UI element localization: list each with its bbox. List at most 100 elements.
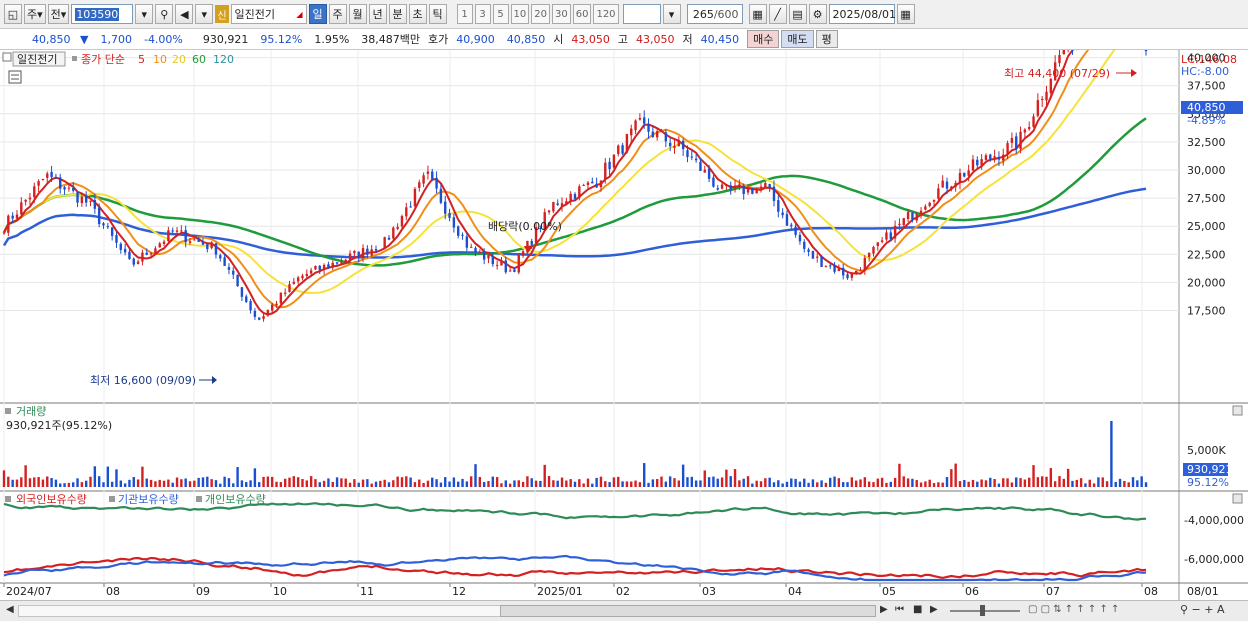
candle-body — [1032, 116, 1035, 127]
interval-20[interactable]: 20 — [531, 4, 550, 24]
candle-body — [318, 265, 321, 271]
candle-body — [444, 201, 447, 214]
panel-menu-icon[interactable] — [2, 52, 12, 62]
sell-button[interactable]: 매도 — [781, 30, 814, 48]
zoom-slider[interactable] — [950, 610, 1020, 612]
candle-body — [461, 234, 464, 236]
volume-bar — [180, 479, 183, 487]
scroll-right-arrow[interactable]: ▶ — [880, 604, 888, 615]
interval-custom-input[interactable] — [622, 4, 661, 24]
eval-button[interactable]: 평 — [815, 30, 838, 48]
period-minute[interactable]: 분 — [388, 4, 407, 24]
market-select[interactable]: 주 ▾ — [24, 4, 46, 24]
candle-body — [314, 265, 317, 270]
stop-icon[interactable]: ■ — [913, 604, 922, 615]
stock-name-field[interactable]: 일진전기 ◢ — [230, 4, 307, 24]
calendar-icon[interactable]: ▦ — [896, 4, 915, 24]
volume-bar — [1105, 481, 1109, 487]
draw-tool-icon[interactable]: ╱ — [768, 4, 787, 24]
volume-value: 930,921 — [202, 32, 249, 46]
volume-bar — [997, 483, 1001, 487]
period-year[interactable]: 년 — [368, 4, 387, 24]
volume-bar — [444, 477, 447, 487]
chart-area[interactable]: 일진전기 종가 단순 5 10 20 60 120 LC:146.08 HC:-… — [0, 50, 1248, 600]
interval-120[interactable]: 120 — [593, 4, 619, 24]
holdings-panel-close-icon[interactable] — [1232, 493, 1243, 504]
volume-bar — [1140, 476, 1143, 487]
speaker-icon[interactable]: ◀ — [175, 4, 194, 24]
interval-60[interactable]: 60 — [572, 4, 592, 24]
candle-body — [963, 172, 966, 177]
volume-bar — [318, 482, 321, 487]
candle-body — [928, 202, 931, 206]
period-month[interactable]: 월 — [348, 4, 367, 24]
date-input[interactable]: 2025/08/01 — [828, 4, 896, 24]
ask-price: 40,900 — [456, 32, 495, 46]
volume-bar — [746, 476, 750, 487]
interval-1[interactable]: 1 — [456, 4, 473, 24]
volume-panel-close-icon[interactable] — [1232, 405, 1243, 416]
volume-bar — [76, 478, 79, 487]
volume-bar — [478, 477, 482, 487]
window-icon[interactable]: ◱ — [4, 4, 22, 24]
current-pct-text: -4.89% — [1187, 114, 1226, 127]
scroll-thumb[interactable] — [500, 605, 876, 617]
candle-body — [794, 226, 797, 235]
gear-icon[interactable]: ⚙ — [808, 4, 827, 24]
bid-price: 40,850 — [506, 32, 546, 46]
price-tick-label: 37,500 — [1187, 80, 1226, 93]
period-day[interactable]: 일 — [308, 4, 327, 24]
interval-5[interactable]: 5 — [492, 4, 509, 24]
period-tick[interactable]: 틱 — [428, 4, 447, 24]
stock-name: 일진전기 — [234, 8, 275, 21]
save-icon[interactable]: ▤ — [788, 4, 807, 24]
buy-button[interactable]: 매수 — [747, 30, 780, 48]
volume-bar — [20, 477, 23, 487]
candle-body — [154, 248, 157, 254]
prev-stock-icon[interactable]: ▾ — [195, 4, 214, 24]
volume-bar — [405, 476, 408, 487]
interval-dropdown-icon[interactable]: ▾ — [662, 4, 681, 24]
search-icon[interactable]: ⚲ — [155, 4, 174, 24]
volume-bar — [309, 476, 313, 487]
scroll-left-arrow[interactable]: ◀ — [6, 604, 14, 615]
calculator-icon[interactable] — [8, 70, 22, 84]
candle-body — [175, 230, 179, 232]
candle-body — [772, 186, 776, 201]
zoom-slider-handle[interactable] — [980, 605, 985, 616]
play-icon[interactable]: ▶ — [930, 604, 938, 615]
chart-settings-icon[interactable]: ▦ — [748, 4, 767, 24]
code-dropdown-icon[interactable]: ▾ — [135, 4, 154, 24]
candle-body — [911, 212, 914, 220]
tool-icons[interactable]: ▢ ▢ ⇅ ↑ ↑ ↑ ↑ ↑ — [1028, 604, 1119, 615]
volume-bar — [201, 477, 205, 487]
volume-bar — [534, 480, 538, 487]
volume-bar — [491, 476, 495, 487]
volume-bar — [1136, 480, 1139, 487]
volume-bar — [41, 479, 45, 487]
volume-bar — [357, 482, 360, 487]
count-input[interactable]: 265/600 — [686, 4, 743, 24]
period-second[interactable]: 초 — [408, 4, 427, 24]
interval-3[interactable]: 3 — [474, 4, 491, 24]
code-input[interactable]: 103590 — [71, 4, 134, 24]
candle-body — [1019, 131, 1022, 149]
volume-bar — [902, 476, 905, 487]
interval-30[interactable]: 30 — [551, 4, 571, 24]
interval-10[interactable]: 10 — [510, 4, 530, 24]
volume-bar — [677, 480, 681, 487]
price-tick-label: 20,000 — [1187, 276, 1226, 289]
volume-bar — [885, 482, 888, 487]
zoom-icons[interactable]: ⚲ − + A — [1180, 603, 1225, 616]
x-axis-label: 06 — [965, 585, 979, 598]
candle-body — [919, 210, 923, 214]
kind-select[interactable]: 전 ▾ — [47, 4, 70, 24]
candle-body — [387, 237, 391, 240]
volume-bar — [941, 482, 944, 487]
rewind-icon[interactable]: ⏮ — [895, 604, 904, 615]
candle-body — [11, 215, 14, 219]
candle-body — [327, 264, 330, 269]
volume-bar — [989, 477, 992, 487]
candle-body — [426, 171, 430, 174]
period-week[interactable]: 주 — [328, 4, 347, 24]
